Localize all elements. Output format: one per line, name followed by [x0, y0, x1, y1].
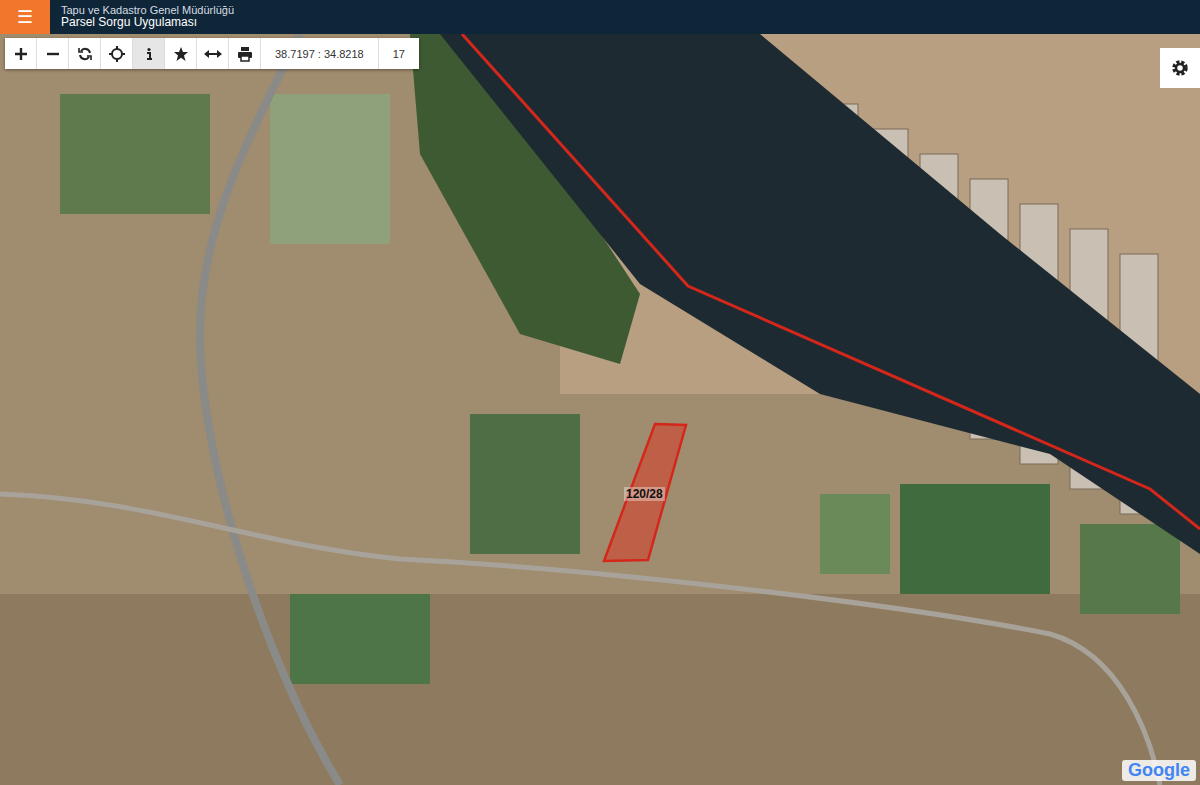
plus-icon: [14, 47, 28, 61]
info-icon: [142, 47, 156, 61]
map-attribution: Google: [1122, 760, 1196, 781]
refresh-button[interactable]: [69, 38, 101, 69]
highway: [200, 34, 340, 785]
field: [290, 594, 430, 684]
header-titles: Tapu ve Kadastro Genel MüdürlüğüParsel S…: [50, 0, 234, 34]
field: [900, 484, 1050, 594]
app-header: ☰Tapu ve Kadastro Genel MüdürlüğüParsel …: [0, 0, 1200, 34]
map-view[interactable]: 38.7197 : 34.821817 120/28 Google: [0, 34, 1200, 785]
crosshair-icon: [109, 46, 125, 62]
field: [470, 414, 580, 554]
refresh-icon: [78, 47, 92, 61]
river: [440, 34, 1200, 554]
parcel-label: 120/28: [624, 487, 665, 501]
locate-button[interactable]: [101, 38, 133, 69]
measure-icon: [204, 47, 222, 61]
hills: [0, 594, 1200, 785]
app-subtitle: Parsel Sorgu Uygulaması: [61, 16, 234, 29]
app-title: Tapu ve Kadastro Genel Müdürlüğü: [61, 4, 234, 16]
satellite-map[interactable]: [0, 34, 1200, 785]
field: [1080, 524, 1180, 614]
field: [60, 94, 210, 214]
print-button[interactable]: [229, 38, 261, 69]
measure-button[interactable]: [197, 38, 229, 69]
info-button[interactable]: [133, 38, 165, 69]
menu-button[interactable]: ☰: [0, 0, 50, 34]
print-icon: [237, 46, 253, 62]
gear-icon: [1170, 58, 1190, 78]
zoom-out-button[interactable]: [37, 38, 69, 69]
field: [820, 494, 890, 574]
map-toolbar: 38.7197 : 34.821817: [5, 38, 419, 69]
road: [0, 494, 1160, 785]
field: [270, 94, 390, 244]
coordinates-display: 38.7197 : 34.8218: [261, 38, 379, 69]
terrain: [0, 34, 1200, 785]
zoom-level: 17: [379, 38, 419, 69]
settings-button[interactable]: [1160, 48, 1200, 88]
minus-icon: [46, 47, 60, 61]
boundary-line: [462, 34, 1200, 529]
parcel-polygon[interactable]: [604, 424, 686, 561]
favorite-button[interactable]: [165, 38, 197, 69]
zoom-in-button[interactable]: [5, 38, 37, 69]
parcel-app: ☰Tapu ve Kadastro Genel MüdürlüğüParsel …: [0, 0, 1200, 785]
star-icon: [173, 46, 189, 62]
